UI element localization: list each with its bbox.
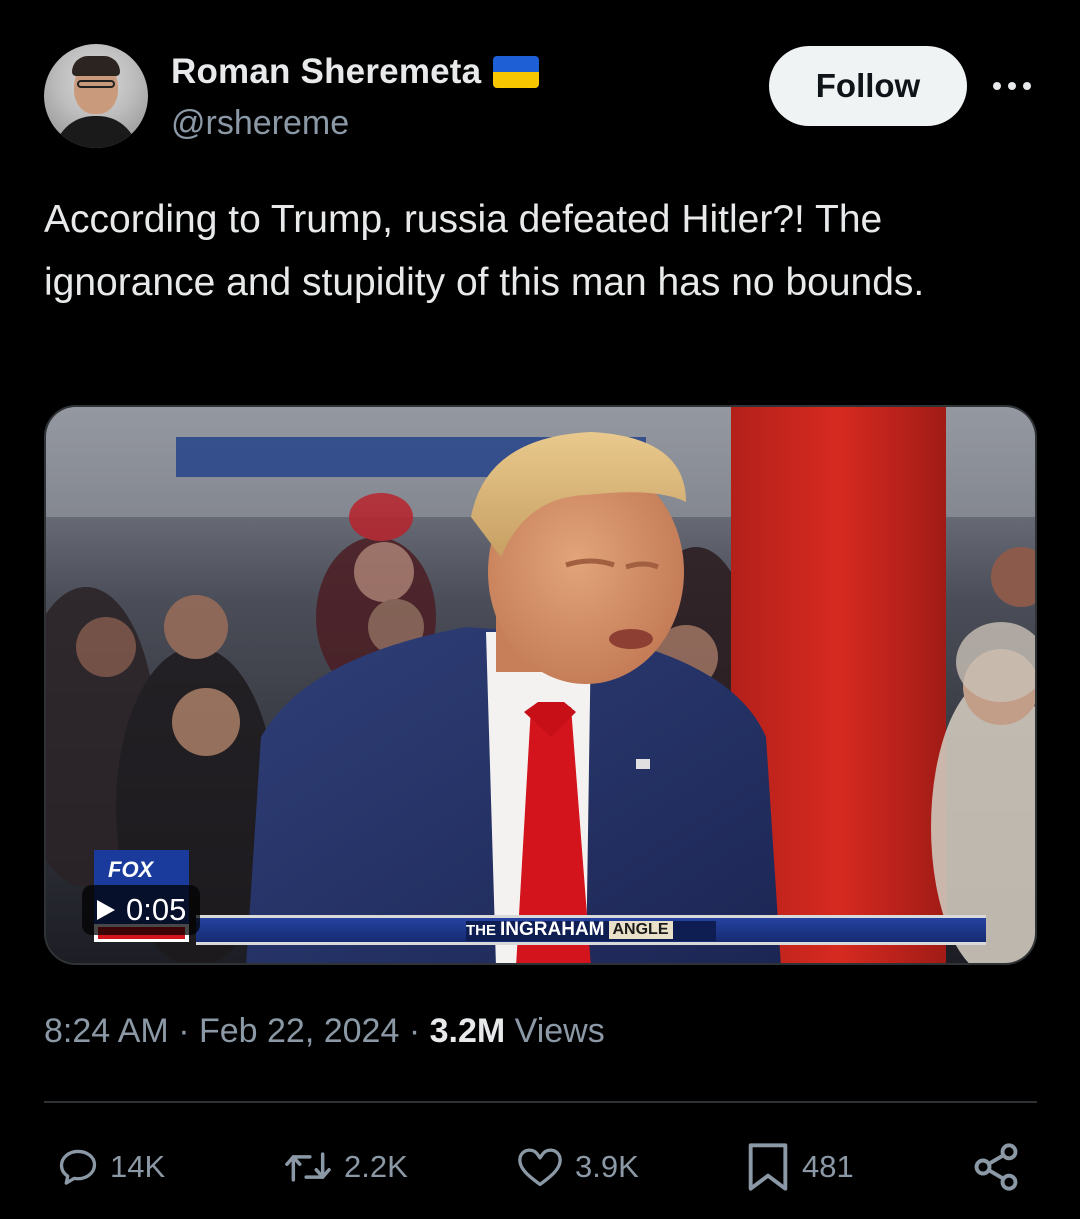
follow-button[interactable]: Follow xyxy=(769,46,967,126)
video-duration: 0:05 xyxy=(126,892,187,927)
video-player[interactable]: FOX THE INGRAHAM ANGLE 0:05 xyxy=(44,405,1037,965)
tweet-header: Roman Sheremeta @rshereme Follow xyxy=(44,44,1036,150)
heart-icon xyxy=(518,1148,562,1187)
tweet-date[interactable]: Feb 22, 2024 xyxy=(199,1012,399,1050)
chyron-show-name: INGRAHAM xyxy=(500,919,605,940)
tweet-time[interactable]: 8:24 AM xyxy=(44,1012,169,1050)
flag-top-stripe xyxy=(493,56,540,72)
play-icon[interactable] xyxy=(96,899,116,921)
tweet-meta: 8:24 AM · Feb 22, 2024 · 3.2M Views xyxy=(44,1012,605,1051)
avatar-hair xyxy=(72,56,120,76)
repost-icon xyxy=(285,1152,331,1182)
chyron-prefix: THE xyxy=(466,921,496,939)
meta-separator-2: · xyxy=(408,1012,421,1050)
bookmark-icon xyxy=(748,1143,788,1191)
bookmark-count: 481 xyxy=(802,1149,854,1184)
reply-icon xyxy=(59,1149,97,1185)
like-button[interactable]: 3.9K xyxy=(515,1136,639,1198)
chyron-suffix: ANGLE xyxy=(608,921,673,939)
author-display-name[interactable]: Roman Sheremeta xyxy=(171,52,481,92)
divider xyxy=(44,1101,1037,1103)
repost-count: 2.2K xyxy=(344,1149,408,1184)
network-logo-text: FOX xyxy=(108,857,154,882)
avatar-shirt xyxy=(54,116,138,148)
meta-separator: · xyxy=(178,1012,190,1050)
views-label: Views xyxy=(514,1012,605,1050)
action-bar: 14K 2.2K 3.9K 481 xyxy=(0,1136,1080,1198)
reply-count: 14K xyxy=(110,1149,166,1184)
author-name-line[interactable]: Roman Sheremeta xyxy=(171,52,540,92)
tweet-text: According to Trump, russia defeated Hitl… xyxy=(44,198,925,304)
more-options-icon[interactable] xyxy=(988,68,1036,104)
video-frame xyxy=(46,407,1035,963)
share-button[interactable] xyxy=(970,1136,1022,1198)
ukraine-flag-icon xyxy=(493,56,540,88)
avatar-glasses xyxy=(77,80,115,88)
chyron: THE INGRAHAM ANGLE xyxy=(466,919,673,941)
flag-bottom-stripe xyxy=(493,72,540,88)
views-count: 3.2M xyxy=(429,1012,506,1050)
author-avatar[interactable] xyxy=(44,44,148,148)
like-count: 3.9K xyxy=(575,1149,639,1184)
video-duration-badge: 0:05 xyxy=(82,885,201,935)
bookmark-button[interactable]: 481 xyxy=(744,1136,854,1198)
reply-button[interactable]: 14K xyxy=(56,1136,165,1198)
share-icon xyxy=(974,1143,1018,1191)
repost-button[interactable]: 2.2K xyxy=(282,1136,408,1198)
network-logo: FOX xyxy=(108,857,153,883)
author-handle[interactable]: @rshereme xyxy=(171,104,349,143)
